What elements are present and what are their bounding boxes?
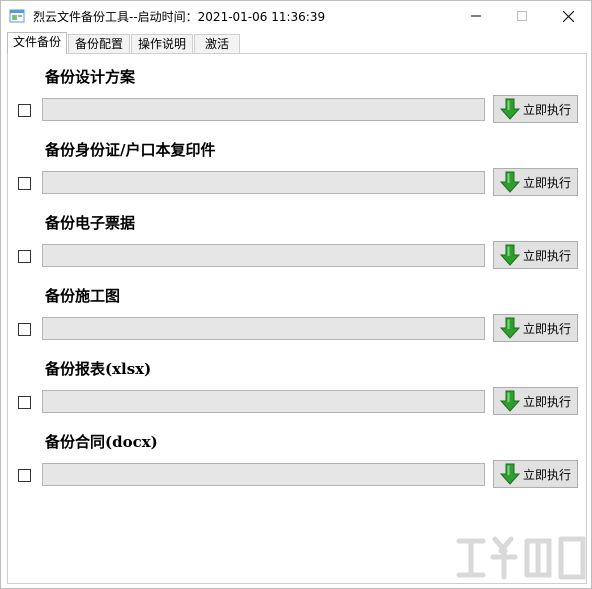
green-down-arrow-icon bbox=[500, 171, 520, 193]
backup-path-field[interactable] bbox=[42, 317, 485, 340]
maximize-icon bbox=[517, 11, 527, 21]
backup-path-field[interactable] bbox=[42, 98, 485, 121]
tab-backup-config[interactable]: 备份配置 bbox=[68, 34, 130, 54]
green-down-arrow-icon bbox=[500, 317, 520, 339]
title-bar[interactable]: 烈云文件备份工具--启动时间：2021-01-06 11:36:39 bbox=[1, 1, 591, 31]
backup-item-checkbox[interactable] bbox=[18, 177, 31, 190]
backup-item-checkbox[interactable] bbox=[18, 323, 31, 336]
backup-path-field[interactable] bbox=[42, 390, 485, 413]
run-now-button[interactable]: 立即执行 bbox=[493, 168, 578, 196]
run-now-label: 立即执行 bbox=[523, 394, 572, 409]
app-window-icon bbox=[9, 8, 25, 24]
close-icon bbox=[562, 10, 574, 22]
backup-path-field[interactable] bbox=[42, 463, 485, 486]
run-now-label: 立即执行 bbox=[523, 467, 572, 482]
green-down-arrow-icon bbox=[500, 244, 520, 266]
close-button[interactable] bbox=[545, 1, 591, 31]
run-now-button[interactable]: 立即执行 bbox=[493, 314, 578, 342]
backup-row: 备份报表(xlsx) 立即执行 bbox=[8, 358, 586, 428]
run-now-button[interactable]: 立即执行 bbox=[493, 460, 578, 488]
green-down-arrow-icon bbox=[500, 98, 520, 120]
tab-instructions[interactable]: 操作说明 bbox=[131, 34, 193, 54]
run-now-label: 立即执行 bbox=[523, 248, 572, 263]
backup-item-checkbox[interactable] bbox=[18, 396, 31, 409]
window-title: 烈云文件备份工具--启动时间：2021-01-06 11:36:39 bbox=[33, 10, 326, 24]
backup-item-checkbox[interactable] bbox=[18, 250, 31, 263]
backup-item-checkbox[interactable] bbox=[18, 469, 31, 482]
watermark-logo bbox=[456, 536, 586, 580]
backup-row: 备份身份证/户口本复印件 立即执行 bbox=[8, 139, 586, 209]
backup-row: 备份电子票据 立即执行 bbox=[8, 212, 586, 282]
run-now-label: 立即执行 bbox=[523, 102, 572, 117]
backup-item-checkbox[interactable] bbox=[18, 104, 31, 117]
run-now-button[interactable]: 立即执行 bbox=[493, 241, 578, 269]
tab-activate[interactable]: 激活 bbox=[194, 34, 240, 54]
tab-file-backup[interactable]: 文件备份 bbox=[7, 32, 67, 54]
run-now-label: 立即执行 bbox=[523, 321, 572, 336]
backup-item-label: 备份报表(xlsx) bbox=[45, 360, 152, 378]
run-now-button[interactable]: 立即执行 bbox=[493, 387, 578, 415]
run-now-label: 立即执行 bbox=[523, 175, 572, 190]
app-window: 烈云文件备份工具--启动时间：2021-01-06 11:36:39 文件备份 … bbox=[0, 0, 592, 589]
backup-item-label: 备份合同(docx) bbox=[45, 433, 158, 451]
file-backup-panel: 备份设计方案 立即执行 备份身份证/户口本复印件 立即执行 备份电子票据 立即执… bbox=[7, 53, 587, 584]
minimize-icon bbox=[471, 15, 481, 17]
backup-row: 备份施工图 立即执行 bbox=[8, 285, 586, 355]
minimize-button[interactable] bbox=[453, 1, 499, 31]
green-down-arrow-icon bbox=[500, 390, 520, 412]
backup-item-label: 备份施工图 bbox=[45, 287, 121, 305]
backup-path-field[interactable] bbox=[42, 171, 485, 194]
backup-item-label: 备份设计方案 bbox=[45, 68, 136, 86]
backup-item-label: 备份身份证/户口本复印件 bbox=[45, 141, 216, 159]
backup-path-field[interactable] bbox=[42, 244, 485, 267]
backup-row: 备份设计方案 立即执行 bbox=[8, 66, 586, 136]
green-down-arrow-icon bbox=[500, 463, 520, 485]
run-now-button[interactable]: 立即执行 bbox=[493, 95, 578, 123]
backup-item-label: 备份电子票据 bbox=[45, 214, 136, 232]
backup-row: 备份合同(docx) 立即执行 bbox=[8, 431, 586, 501]
tab-bar: 文件备份 备份配置 操作说明 激活 bbox=[7, 32, 587, 54]
maximize-button[interactable] bbox=[499, 1, 545, 31]
